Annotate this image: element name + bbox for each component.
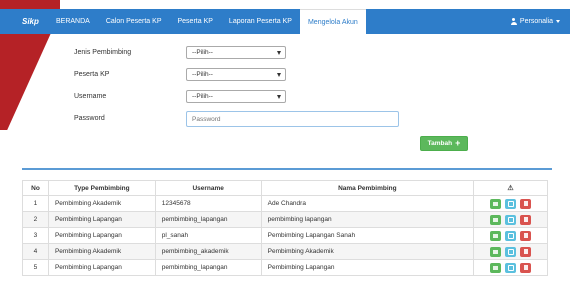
- header-type-pembimbing: Type Pembimbing: [47, 180, 156, 196]
- cell-nama: Pembimbing Lapangan Sanah: [260, 227, 475, 244]
- edit-icon[interactable]: [505, 214, 516, 225]
- peserta-kp-select[interactable]: --Pilih--: [186, 68, 286, 81]
- pembimbing-table: No Type Pembimbing Username Nama Pembimb…: [22, 180, 548, 276]
- chevron-down-icon: [277, 51, 281, 55]
- jenis-pembimbing-select[interactable]: --Pilih--: [186, 46, 286, 59]
- cell-nama: Pembimbing Akademik: [260, 243, 475, 260]
- cell-type: Pembimbing Lapangan: [47, 211, 156, 228]
- cell-nama: Ade Chandra: [260, 195, 475, 212]
- header-username: Username: [154, 180, 262, 196]
- cell-nama: Pembimbing Lapangan: [260, 259, 475, 276]
- warning-icon: ⚠: [507, 185, 514, 192]
- header-no: No: [22, 180, 49, 196]
- plus-icon: +: [455, 138, 461, 148]
- view-icon[interactable]: [490, 246, 501, 257]
- cell-no: 4: [22, 243, 49, 260]
- username-label: Username: [74, 93, 107, 100]
- nav-peserta-kp[interactable]: Peserta KP: [170, 9, 221, 34]
- nav-laporan-peserta-kp[interactable]: Laporan Peserta KP: [221, 9, 300, 34]
- password-input[interactable]: [186, 111, 399, 127]
- tambah-label: Tambah: [427, 140, 453, 147]
- cell-no: 5: [22, 259, 49, 276]
- username-value: --Pilih--: [192, 93, 213, 100]
- user-menu[interactable]: Personalia: [501, 9, 570, 34]
- edit-icon[interactable]: [505, 230, 516, 241]
- edit-icon[interactable]: [505, 198, 516, 209]
- jenis-pembimbing-value: --Pilih--: [192, 49, 213, 56]
- peserta-kp-value: --Pilih--: [192, 71, 213, 78]
- table-row: 1 Pembimbing Akademik 12345678 Ade Chand…: [22, 195, 548, 212]
- cell-username: 12345678: [154, 195, 262, 212]
- trash-icon[interactable]: [520, 230, 531, 241]
- username-select[interactable]: --Pilih--: [186, 90, 286, 103]
- cell-username: pl_sanah: [154, 227, 262, 244]
- trash-icon[interactable]: [520, 214, 531, 225]
- brand-logo[interactable]: Sikp: [0, 9, 48, 34]
- nav-calon-peserta-kp[interactable]: Calon Peserta KP: [98, 9, 170, 34]
- view-icon[interactable]: [490, 198, 501, 209]
- cell-nama: pembimbing lapangan: [260, 211, 475, 228]
- table-row: 2 Pembimbing Lapangan pembimbing_lapanga…: [22, 211, 548, 228]
- table-row: 5 Pembimbing Lapangan pembimbing_lapanga…: [22, 259, 548, 276]
- cell-type: Pembimbing Lapangan: [47, 227, 156, 244]
- edit-icon[interactable]: [505, 246, 516, 257]
- cell-actions: [473, 259, 548, 276]
- cell-type: Pembimbing Lapangan: [47, 259, 156, 276]
- view-icon[interactable]: [490, 230, 501, 241]
- nav-mengelola-akun[interactable]: Mengelola Akun: [299, 9, 366, 34]
- cell-actions: [473, 227, 548, 244]
- top-navbar: Sikp BERANDA Calon Peserta KP Peserta KP…: [0, 9, 570, 34]
- table-row: 3 Pembimbing Lapangan pl_sanah Pembimbin…: [22, 227, 548, 244]
- section-divider: [22, 168, 552, 170]
- user-icon: [510, 18, 517, 25]
- edit-icon[interactable]: [505, 262, 516, 273]
- cell-no: 3: [22, 227, 49, 244]
- chevron-down-icon: [277, 95, 281, 99]
- nav-beranda[interactable]: BERANDA: [48, 9, 98, 34]
- cell-username: pembimbing_lapangan: [154, 211, 262, 228]
- tambah-button[interactable]: Tambah +: [420, 136, 468, 151]
- chevron-down-icon: [277, 73, 281, 77]
- peserta-kp-label: Peserta KP: [74, 71, 110, 78]
- view-icon[interactable]: [490, 214, 501, 225]
- cell-username: pembimbing_akademik: [154, 243, 262, 260]
- password-label: Password: [74, 115, 105, 122]
- header-actions: ⚠: [473, 180, 548, 196]
- cell-type: Pembimbing Akademik: [47, 195, 156, 212]
- cell-actions: [473, 211, 548, 228]
- table-row: 4 Pembimbing Akademik pembimbing_akademi…: [22, 243, 548, 260]
- jenis-pembimbing-label: Jenis Pembimbing: [74, 49, 132, 56]
- cell-type: Pembimbing Akademik: [47, 243, 156, 260]
- trash-icon[interactable]: [520, 262, 531, 273]
- cell-actions: [473, 243, 548, 260]
- header-nama-pembimbing: Nama Pembimbing: [260, 180, 475, 196]
- trash-icon[interactable]: [520, 198, 531, 209]
- caret-down-icon: [556, 20, 560, 23]
- cell-no: 2: [22, 211, 49, 228]
- view-icon[interactable]: [490, 262, 501, 273]
- table-header-row: No Type Pembimbing Username Nama Pembimb…: [22, 180, 548, 196]
- trash-icon[interactable]: [520, 246, 531, 257]
- user-name: Personalia: [519, 18, 553, 25]
- cell-username: pembimbing_lapangan: [154, 259, 262, 276]
- page: Sikp BERANDA Calon Peserta KP Peserta KP…: [0, 0, 570, 291]
- cell-no: 1: [22, 195, 49, 212]
- cell-actions: [473, 195, 548, 212]
